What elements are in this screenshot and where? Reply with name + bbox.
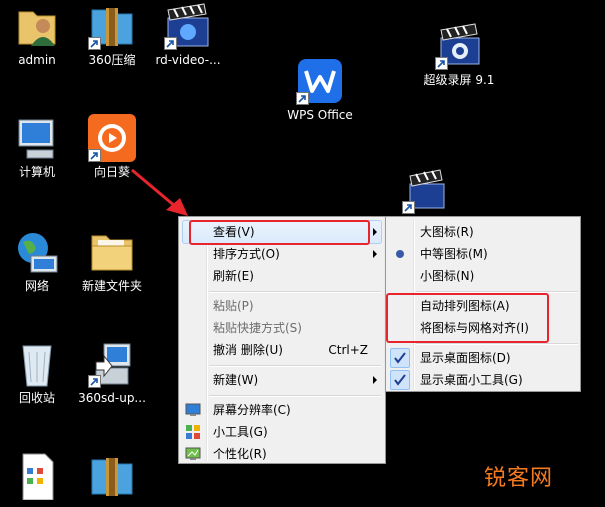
menu-item-auto-arrange[interactable]: 自动排列图标(A) (420, 295, 578, 317)
menu-item-paste-shortcut[interactable]: 粘贴快捷方式(S) (213, 317, 383, 339)
gadgets-icon (185, 424, 201, 440)
checkmark-icon (390, 348, 410, 368)
watermark: 锐客网 (484, 466, 554, 491)
menu-item-medium-icons[interactable]: 中等图标(M) (420, 243, 578, 265)
personalize-icon (185, 446, 201, 462)
menu-item-gadgets[interactable]: 小工具(G) (213, 421, 383, 443)
menu-item-show-desktop-icons[interactable]: 显示桌面图标(D) (420, 347, 578, 369)
shortcut-key: Ctrl+Z (328, 343, 368, 357)
menu-item-new[interactable]: 新建(W) (213, 369, 383, 391)
view-submenu: 大图标(R) 中等图标(M) 小图标(N) 自动排列图标(A) 将图标与网格对齐… (385, 216, 581, 392)
submenu-arrow-icon (373, 376, 377, 384)
menu-item-paste[interactable]: 粘贴(P) (213, 295, 383, 317)
menu-item-screen-resolution[interactable]: 屏幕分辨率(C) (213, 399, 383, 421)
submenu-arrow-icon (373, 250, 377, 258)
radio-selected-icon (390, 244, 410, 264)
menu-item-align-to-grid[interactable]: 将图标与网格对齐(I) (420, 317, 578, 339)
desktop[interactable]: admin 360压缩 rd-video-... WPS Office 超级录屏… (0, 0, 605, 507)
screen-resolution-icon (185, 402, 201, 418)
menu-item-undo[interactable]: 撤消 删除(U) Ctrl+Z (213, 339, 383, 361)
desktop-context-menu: 查看(V) 排序方式(O) 刷新(E) 粘贴(P) 粘贴快捷方式(S) 撤消 删… (178, 216, 386, 464)
submenu-arrow-icon (373, 228, 377, 236)
menu-item-personalize[interactable]: 个性化(R) (213, 443, 383, 465)
checkmark-icon (390, 370, 410, 390)
menu-item-view[interactable]: 查看(V) (213, 221, 383, 243)
menu-item-small-icons[interactable]: 小图标(N) (420, 265, 578, 287)
menu-item-large-icons[interactable]: 大图标(R) (420, 221, 578, 243)
menu-item-refresh[interactable]: 刷新(E) (213, 265, 383, 287)
menu-item-show-gadgets[interactable]: 显示桌面小工具(G) (420, 369, 578, 391)
menu-item-sort[interactable]: 排序方式(O) (213, 243, 383, 265)
